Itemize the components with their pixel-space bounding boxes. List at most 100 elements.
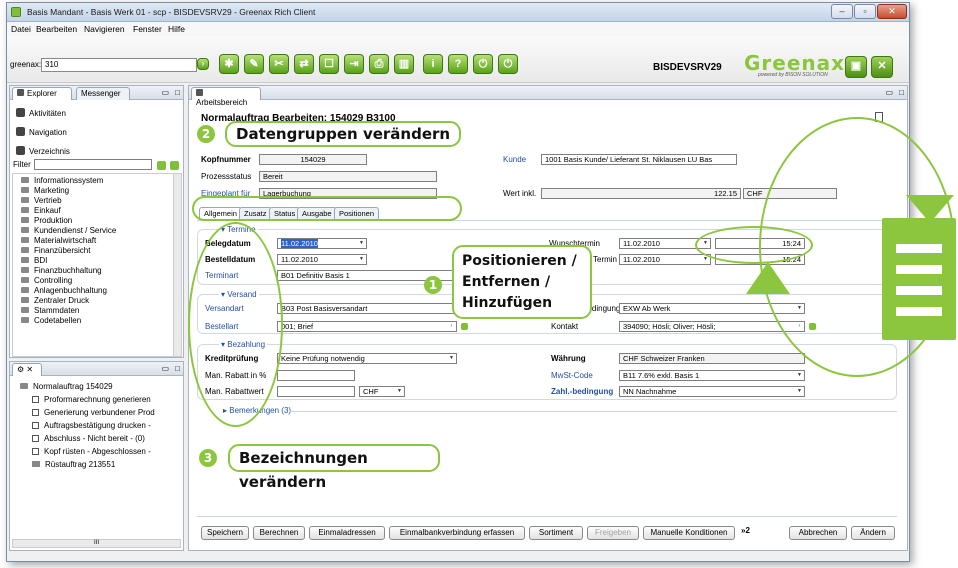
toolbar-logout-icon[interactable]: ⏻ <box>498 54 518 74</box>
chevron-down-icon[interactable]: ▼ <box>395 387 404 396</box>
menu-fenster[interactable]: Fenster <box>133 24 162 34</box>
filter-input[interactable] <box>34 159 152 170</box>
rabatt-prozent-field[interactable] <box>277 370 355 381</box>
mwst-label[interactable]: MwSt-Code <box>551 371 593 380</box>
tree-item[interactable]: Materialwirtschaft <box>21 236 96 245</box>
kunde-label[interactable]: Kunde <box>503 155 526 164</box>
toolbar-chart-icon[interactable]: ▥ <box>394 54 414 74</box>
tree-item[interactable]: Kundendienst / Service <box>21 226 116 235</box>
aendern-button[interactable]: Ändern <box>851 526 895 540</box>
filter-clear-icon[interactable] <box>170 161 179 170</box>
scroll-thumb[interactable]: III <box>94 540 99 546</box>
einmaladressen-button[interactable]: Einmaladressen <box>309 526 385 540</box>
tree-item[interactable]: Codetabellen <box>21 316 81 325</box>
settings-tools-icon[interactable]: ✕ <box>871 56 893 78</box>
tab-explorer[interactable]: Explorer <box>12 87 72 100</box>
list-layout-icon <box>882 218 956 340</box>
tree-scrollbar[interactable] <box>173 174 181 356</box>
close-button[interactable]: ✕ <box>877 4 907 19</box>
process-leaf[interactable]: Generierung verbundener Prod <box>32 408 155 417</box>
menu-bearbeiten[interactable]: Bearbeiten <box>36 24 77 34</box>
tree-item[interactable]: Finanzbuchhaltung <box>21 266 102 275</box>
process-tab[interactable]: ⚙ ✕ <box>12 363 42 376</box>
bestelldatum-field[interactable]: 11.02.2010 ▼ <box>277 254 367 265</box>
process-leaf[interactable]: Auftragsbestätigung drucken - <box>32 421 151 430</box>
rabattwert-field[interactable] <box>277 386 355 397</box>
menu-navigieren[interactable]: Navigieren <box>84 24 125 34</box>
menu-hilfe[interactable]: Hilfe <box>168 24 185 34</box>
speichern-button[interactable]: Speichern <box>201 526 249 540</box>
perspective-icon[interactable]: ▣ <box>845 56 867 78</box>
filter-apply-icon[interactable] <box>157 161 166 170</box>
tree-item[interactable]: Controlling <box>21 276 72 285</box>
nav-verzeichnis[interactable]: Verzeichnis <box>16 146 70 156</box>
tree-item[interactable]: Informationssystem <box>21 176 103 185</box>
abbrechen-button[interactable]: Abbrechen <box>789 526 847 540</box>
more-buttons-indicator[interactable]: »2 <box>741 526 750 535</box>
zahlbedingung-field[interactable]: NN Nachnahme ▼ <box>619 386 805 397</box>
menu-datei[interactable]: Datei <box>11 24 31 34</box>
toolbar-help-icon[interactable]: ? <box>448 54 468 74</box>
kreditpruefung-field[interactable]: Keine Prüfung notwendig ▼ <box>277 353 457 364</box>
chevron-down-icon[interactable]: ▼ <box>357 255 366 264</box>
chevron-down-icon[interactable]: ▼ <box>795 371 804 380</box>
toolbar-transfer-icon[interactable]: ⇄ <box>294 54 314 74</box>
chevron-down-icon[interactable]: ▼ <box>795 387 804 396</box>
sortiment-button[interactable]: Sortiment <box>529 526 583 540</box>
process-leaf[interactable]: Abschluss - Nicht bereit - (0) <box>32 434 145 443</box>
tree-item[interactable]: Einkauf <box>21 206 61 215</box>
order-root[interactable]: Normalauftrag 154029 <box>20 382 113 391</box>
nav-aktivitaeten[interactable]: Aktivitäten <box>16 108 66 118</box>
nav-navigation[interactable]: Navigation <box>16 127 67 137</box>
go-button[interactable]: › <box>197 58 209 70</box>
belegdatum-field[interactable]: 11.02.2010 ▼ <box>277 238 367 249</box>
tree-item[interactable]: Anlagenbuchhaltung <box>21 286 107 295</box>
tab-messenger[interactable]: Messenger <box>76 87 130 100</box>
toolbar-print-icon[interactable]: ⎙ <box>369 54 389 74</box>
tree-item[interactable]: Marketing <box>21 186 69 195</box>
chevron-down-icon[interactable]: ▼ <box>447 354 456 363</box>
mwst-field[interactable]: B11 7.6% exkl. Basis 1 ▼ <box>619 370 805 381</box>
process-tab-close-icon[interactable]: ✕ <box>26 365 33 374</box>
tree-item[interactable]: Finanzübersicht <box>21 246 90 255</box>
tree-item[interactable]: Zentraler Druck <box>21 296 89 305</box>
kunde-field[interactable]: 1001 Basis Kunde/ Lieferant St. Niklause… <box>541 154 737 165</box>
manuelle-konditionen-button[interactable]: Manuelle Konditionen <box>643 526 735 540</box>
horizontal-scrollbar[interactable]: III <box>12 539 181 548</box>
panel-maximize-icon[interactable]: □ <box>175 88 180 97</box>
termin2-field[interactable]: 11.02.2010 ▼ <box>619 254 711 265</box>
toolbar-export-icon[interactable]: ⇥ <box>344 54 364 74</box>
rabattwert-currency-field[interactable]: CHF ▼ <box>359 386 405 397</box>
zahlbedingung-label[interactable]: Zahl.-bedingung <box>551 387 613 396</box>
tree-item[interactable]: Stammdaten <box>21 306 79 315</box>
toolbar-edit-icon[interactable]: ✎ <box>244 54 264 74</box>
process-leaf[interactable]: Proformarechnung generieren <box>32 395 151 404</box>
toolbar-tools-icon[interactable]: ✂ <box>269 54 289 74</box>
kopfnummer-field[interactable]: 154029 <box>259 154 367 165</box>
tree-item[interactable]: BDI <box>21 256 47 265</box>
panel-maximize-icon[interactable]: □ <box>899 88 904 97</box>
url-input[interactable]: 310 <box>41 58 197 72</box>
toolbar-new-icon[interactable]: ✱ <box>219 54 239 74</box>
tree-item[interactable]: Produktion <box>21 216 72 225</box>
versandart-field[interactable]: B03 Post Basisversandart <box>277 303 457 314</box>
chevron-right-icon[interactable]: › <box>447 322 456 331</box>
process-leaf[interactable]: Rüstauftrag 213551 <box>32 460 115 469</box>
process-leaf[interactable]: Kopf rüsten - Abgeschlossen - <box>32 447 151 456</box>
toolbar-info-icon[interactable]: i <box>423 54 443 74</box>
tab-arbeitsbereich[interactable]: Arbeitsbereich <box>191 87 261 107</box>
panel-minimize-icon[interactable]: ▭ <box>161 88 169 97</box>
minimize-button[interactable]: – <box>831 4 853 19</box>
bestellart-field[interactable]: 001; Brief › <box>277 321 457 332</box>
panel-minimize-icon[interactable]: ▭ <box>161 364 169 373</box>
panel-maximize-icon[interactable]: □ <box>175 364 180 373</box>
bestellart-lookup-icon[interactable] <box>461 323 468 330</box>
berechnen-button[interactable]: Berechnen <box>253 526 305 540</box>
chevron-down-icon[interactable]: ▼ <box>357 239 366 248</box>
panel-minimize-icon[interactable]: ▭ <box>885 88 893 97</box>
toolbar-cart-icon[interactable]: ☐ <box>319 54 339 74</box>
maximize-button[interactable]: ▫ <box>854 4 876 19</box>
einmalbankverbindung-button[interactable]: Einmalbankverbindung erfassen <box>389 526 525 540</box>
tree-item[interactable]: Vertrieb <box>21 196 62 205</box>
toolbar-power-icon[interactable]: ⏻ <box>473 54 493 74</box>
